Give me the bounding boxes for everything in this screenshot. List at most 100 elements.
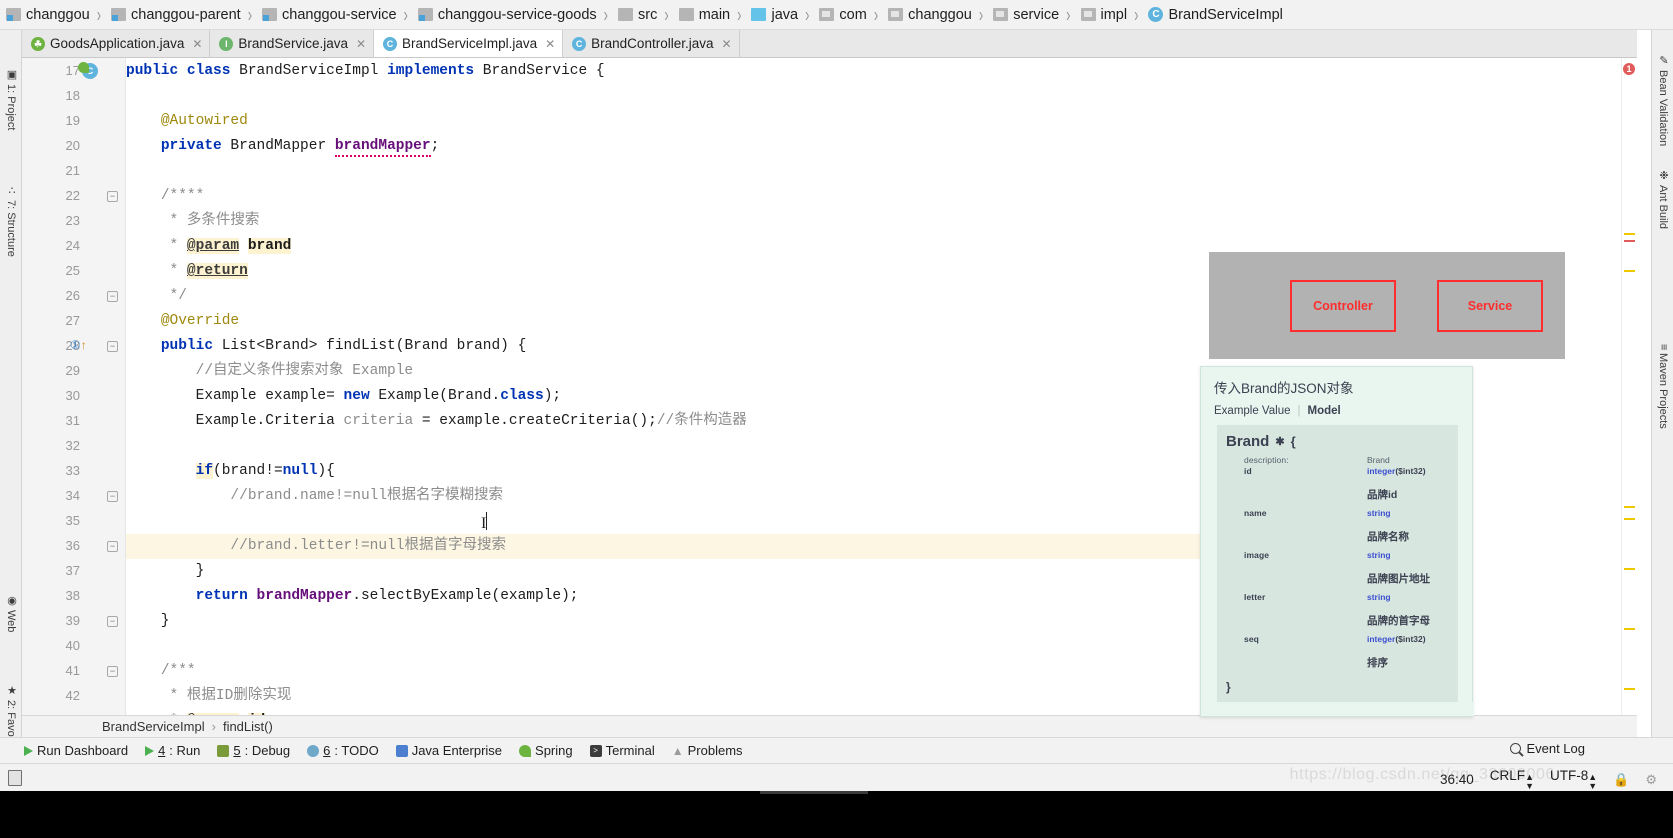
breadcrumb-item-src[interactable]: src ›	[612, 0, 673, 30]
code-line[interactable]: if(brand!=null){	[126, 459, 335, 484]
fold-toggle-icon[interactable]: −	[107, 616, 118, 627]
lock-icon[interactable]: 🔒	[1613, 772, 1629, 788]
tab-brandcontroller[interactable]: C BrandController.java ✕	[563, 30, 740, 57]
swagger-model-header[interactable]: Brand ✱ {	[1226, 433, 1296, 450]
breadcrumb-chevron-icon: ›	[603, 2, 608, 27]
line-number: 39	[65, 613, 80, 628]
code-line[interactable]: //自定义条件搜索对象 Example	[126, 359, 414, 384]
model-name: Brand	[1226, 433, 1270, 450]
breadcrumb-item-impl[interactable]: impl ›	[1075, 0, 1143, 30]
chevron-down-icon[interactable]: ✱	[1275, 435, 1284, 448]
override-method-icon[interactable]: ①↑	[70, 338, 87, 352]
code-line[interactable]: }	[126, 609, 170, 634]
code-line[interactable]: public class BrandServiceImpl implements…	[126, 59, 605, 84]
code-line[interactable]: Example example= new Example(Brand.class…	[126, 384, 562, 409]
swagger-title: 传入Brand的JSON对象	[1214, 381, 1354, 396]
breadcrumb-item-changgou[interactable]: changgou ›	[0, 0, 105, 30]
tool-window-todo[interactable]: 6: TODO	[307, 743, 379, 758]
error-count-badge[interactable]: 1	[1623, 63, 1635, 75]
code-line[interactable]: * 根据ID删除实现	[126, 684, 292, 709]
tab-model[interactable]: Model	[1308, 405, 1341, 417]
breadcrumb-chevron-icon: ›	[873, 2, 879, 27]
tool-window-problems[interactable]: ▲ Problems	[672, 743, 743, 758]
tab-brandserviceimpl[interactable]: C BrandServiceImpl.java ✕	[374, 30, 564, 57]
tool-button-ant-build[interactable]: ❉ Ant Build	[1652, 165, 1673, 229]
fold-toggle-icon[interactable]: −	[107, 341, 118, 352]
line-separator[interactable]: CRLF▲ ▼	[1490, 768, 1534, 791]
code-line[interactable]: /***	[126, 659, 196, 684]
breadcrumb-item-brandserviceimpl[interactable]: C BrandServiceImpl	[1142, 0, 1286, 30]
code-line[interactable]: return brandMapper.selectByExample(examp…	[126, 584, 579, 609]
line-number: 42	[65, 688, 80, 703]
spring-class-icon: ☘	[31, 36, 45, 51]
encoding-spinner[interactable]: ▲ ▼	[1588, 773, 1597, 791]
editor-gutter[interactable]: 17 18 19 20 21 22 23 24 25 26 27 28 29 30 31 32 33 34 35 36…	[22, 58, 147, 715]
tab-brandservice[interactable]: I BrandService.java ✕	[210, 30, 375, 57]
tab-example-value[interactable]: Example Value	[1214, 405, 1291, 417]
tool-button-maven-projects[interactable]: ≡ Maven Projects	[1652, 340, 1673, 429]
nav-class[interactable]: BrandServiceImpl	[102, 719, 205, 734]
file-encoding[interactable]: UTF-8▲ ▼	[1550, 768, 1597, 791]
tool-button-7-structure[interactable]: ∴ 7: Structure	[0, 180, 22, 257]
code-line[interactable]: * @param brand	[126, 234, 292, 259]
code-line[interactable]: Example.Criteria criteria = example.crea…	[126, 409, 747, 434]
close-icon[interactable]: ✕	[545, 37, 555, 51]
module-icon	[6, 8, 21, 21]
code-line[interactable]: */	[126, 284, 187, 309]
fold-toggle-icon[interactable]: −	[107, 491, 118, 502]
tool-window-debug[interactable]: 5: Debug	[217, 743, 290, 758]
tool-window-run-dashboard[interactable]: Run Dashboard	[24, 743, 128, 758]
memory-indicator-icon[interactable]	[8, 769, 22, 786]
caret-position[interactable]: 36:40	[1440, 772, 1474, 787]
code-line[interactable]: @Autowired	[126, 109, 248, 134]
code-line[interactable]: * 多条件搜索	[126, 209, 260, 234]
tool-glyph-icon: ∴	[5, 184, 18, 197]
tool-button-1-project[interactable]: ▣ 1: Project	[0, 64, 22, 130]
code-line[interactable]: * @return	[126, 259, 248, 284]
breadcrumb-item-changgou[interactable]: changgou ›	[882, 0, 987, 30]
close-icon[interactable]: ✕	[356, 37, 366, 51]
error-stripe[interactable]: 1	[1621, 58, 1637, 715]
tab-goodsapplication[interactable]: ☘ GoodsApplication.java ✕	[22, 30, 211, 57]
tool-window-terminal[interactable]: > Terminal	[589, 743, 655, 758]
fold-toggle-icon[interactable]: −	[107, 541, 118, 552]
nav-method[interactable]: findList()	[223, 719, 273, 734]
line-number: 18	[65, 88, 80, 103]
breadcrumb-item-service[interactable]: service ›	[987, 0, 1074, 30]
fold-toggle-icon[interactable]: −	[107, 666, 118, 677]
code-line[interactable]: public List<Brand> findList(Brand brand)…	[126, 334, 526, 359]
tool-window-shortcut: 6	[323, 743, 331, 758]
fold-toggle-icon[interactable]: −	[107, 291, 118, 302]
breadcrumb-item-changgou-service-goods[interactable]: changgou-service-goods ›	[412, 0, 612, 30]
close-icon[interactable]: ✕	[721, 37, 731, 51]
breadcrumb-item-changgou-service[interactable]: changgou-service ›	[256, 0, 412, 30]
tool-button-bean-validation[interactable]: ✎ Bean Validation	[1652, 50, 1673, 146]
breadcrumb-item-com[interactable]: com ›	[813, 0, 882, 30]
code-line[interactable]: /****	[126, 184, 205, 209]
code-line[interactable]: private BrandMapper brandMapper;	[126, 134, 439, 159]
breadcrumb-item-java[interactable]: java ›	[745, 0, 813, 30]
tool-button-web[interactable]: ◉ Web	[0, 590, 22, 632]
code-line[interactable]: }	[126, 559, 205, 584]
code-line[interactable]: @Override	[126, 309, 239, 334]
inspection-icon[interactable]: ⚙	[1645, 772, 1657, 788]
breadcrumb-chevron-icon: ›	[664, 2, 669, 27]
tool-window-run[interactable]: 4: Run	[145, 743, 200, 758]
line-number: 24	[65, 238, 80, 253]
swagger-tabs[interactable]: Example Value | Model	[1214, 405, 1341, 417]
tool-window-label: Terminal	[605, 743, 655, 758]
editor-code-area[interactable]: public class BrandServiceImpl implements…	[126, 58, 1211, 715]
breadcrumb-item-main[interactable]: main ›	[673, 0, 746, 30]
breadcrumb-item-changgou-parent[interactable]: changgou-parent ›	[105, 0, 256, 30]
spring-bean-gutter-icon[interactable]	[78, 62, 89, 73]
breadcrumb-chevron-icon: ›	[1134, 2, 1139, 27]
event-log-button[interactable]: Event Log	[1510, 741, 1585, 756]
fold-toggle-icon[interactable]: −	[107, 191, 118, 202]
line-sep-spinner[interactable]: ▲ ▼	[1525, 773, 1534, 791]
code-line[interactable]: //brand.letter!=null根据首字母搜索	[126, 534, 506, 559]
close-icon[interactable]: ✕	[192, 37, 202, 51]
tool-window-spring[interactable]: Spring	[519, 743, 573, 758]
code-line[interactable]: //brand.name!=null根据名字模糊搜索	[126, 484, 503, 509]
tool-window-java-enterprise[interactable]: Java Enterprise	[395, 743, 502, 758]
navigation-breadcrumb[interactable]: BrandServiceImpl › findList()	[22, 715, 1637, 737]
